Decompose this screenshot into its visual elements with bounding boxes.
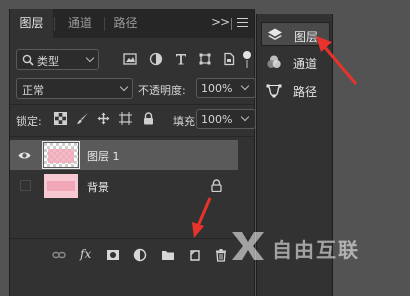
link-icon[interactable] [52, 248, 66, 262]
layers-icon [268, 28, 282, 40]
mask-icon[interactable] [106, 248, 120, 262]
adjustment-layer-icon[interactable] [133, 248, 147, 262]
fx-icon[interactable]: fx [80, 247, 98, 261]
filter-toggle-switch[interactable] [243, 51, 251, 69]
type-filter-icon[interactable] [174, 52, 188, 66]
fill-value: 100% [201, 113, 233, 126]
chevron-down-icon [119, 82, 129, 92]
smart-object-filter-icon[interactable] [222, 52, 236, 66]
tab-channels[interactable]: 通道 [57, 9, 103, 38]
lock-icon[interactable] [142, 112, 155, 125]
annotation-arrow-icon [192, 197, 212, 238]
panel-menu-icon[interactable] [237, 18, 248, 27]
opacity-label: 不透明度: [138, 84, 186, 97]
paths-icon [266, 84, 282, 98]
tab-paths[interactable]: 路径 [107, 9, 144, 38]
panel-tab-bar: 图层 通道 路径 >> [10, 9, 254, 38]
channels-icon [267, 55, 281, 68]
tab-layers[interactable]: 图层 [10, 9, 53, 38]
group-folder-icon[interactable] [161, 248, 175, 262]
shape-filter-icon[interactable] [198, 52, 212, 66]
tab-divider [104, 17, 105, 31]
fill-label: 填充: [173, 115, 199, 128]
opacity-field[interactable]: 100% [196, 78, 256, 98]
blend-mode-select[interactable]: 正常 [16, 78, 133, 99]
chevron-down-icon [240, 112, 250, 122]
artboard-icon[interactable] [119, 112, 132, 125]
divider [10, 104, 254, 105]
expand-panel-icon[interactable]: >> [211, 15, 230, 29]
lock-row: 锁定: 填充: 100% [10, 109, 256, 129]
blend-row: 正常 不透明度: 100% [10, 78, 256, 100]
annotation-arrow-icon [316, 36, 358, 85]
watermark: 自由互联 [226, 228, 410, 268]
chevron-down-icon [240, 81, 250, 91]
tab-bar-divider [231, 18, 232, 30]
layer-name[interactable]: 图层 1 [87, 148, 120, 164]
layer-thumbnail [44, 143, 78, 167]
lock-icon [211, 179, 222, 192]
tab-divider [54, 17, 55, 31]
image-filter-icon[interactable] [123, 52, 137, 66]
brush-icon[interactable] [76, 112, 89, 125]
blend-mode-value: 正常 [22, 84, 44, 97]
visibility-toggle[interactable] [20, 180, 31, 191]
lock-transparent-pixels-icon[interactable] [54, 112, 67, 125]
layer-row[interactable]: 背景 [10, 171, 254, 201]
fill-field[interactable]: 100% [196, 109, 256, 129]
layer-name[interactable]: 背景 [87, 179, 109, 195]
lock-label: 锁定: [16, 115, 42, 128]
filter-kind-select[interactable]: 类型 [16, 49, 99, 70]
watermark-text: 自由互联 [272, 238, 360, 262]
layers-panel: 图层 通道 路径 >> 类型 正常 不透明度: 100% 锁定: 填充: 100… [9, 9, 256, 296]
divider [10, 136, 254, 137]
move-icon[interactable] [97, 112, 110, 125]
filter-kind-label: 类型 [37, 55, 59, 68]
adjustment-filter-icon[interactable] [149, 52, 163, 66]
eye-icon[interactable] [18, 149, 31, 162]
new-layer-icon[interactable] [188, 248, 202, 262]
layer-row[interactable]: 图层 1 [10, 140, 238, 170]
opacity-value: 100% [201, 82, 233, 95]
search-icon [22, 54, 34, 66]
layer-filter-row: 类型 [10, 49, 254, 71]
watermark-logo-icon [232, 232, 264, 260]
layer-thumbnail [44, 174, 78, 198]
layers-bottom-toolbar: fx [10, 238, 254, 271]
chevron-down-icon [85, 53, 95, 63]
